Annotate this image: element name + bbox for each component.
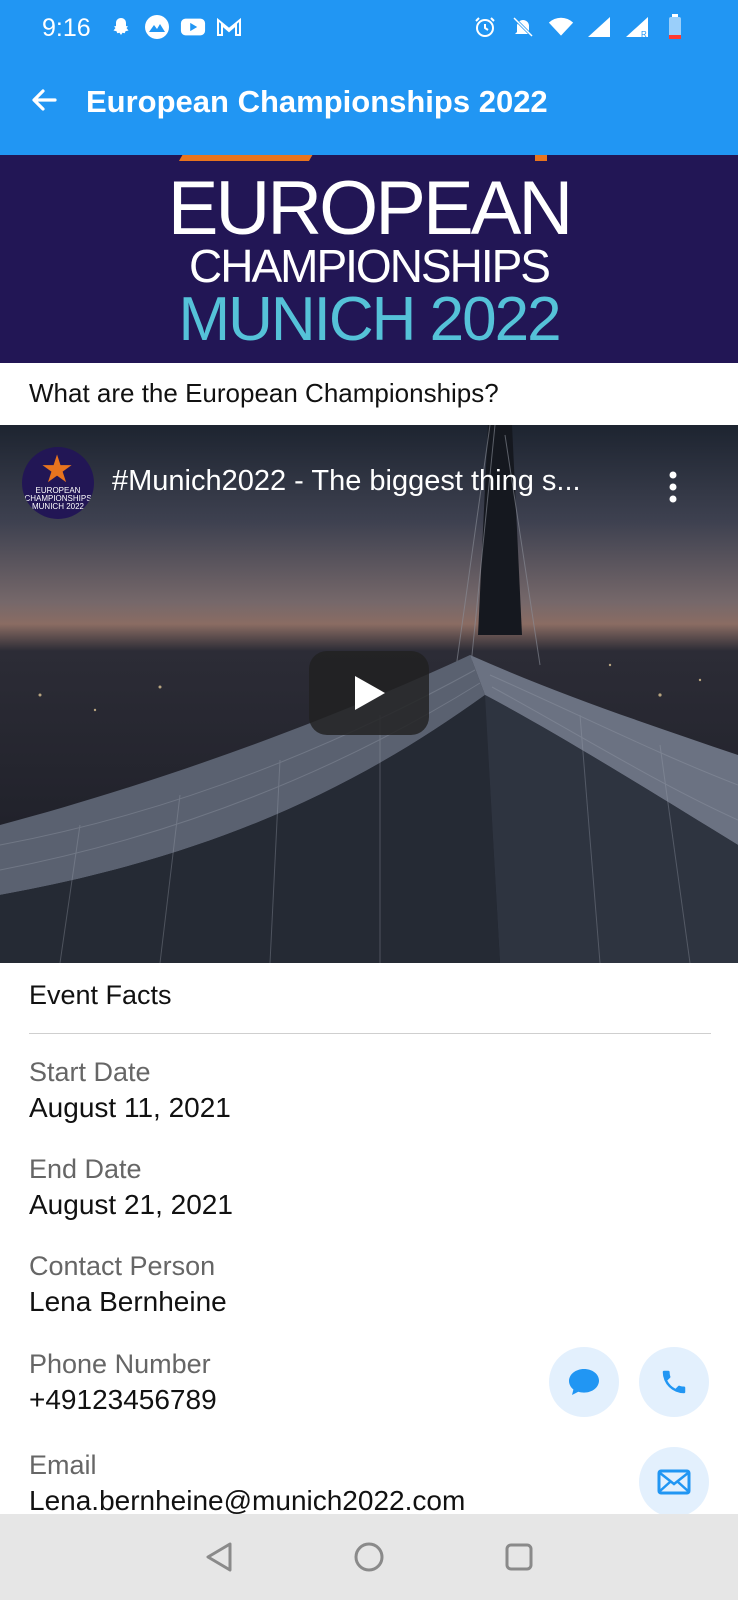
email-value: Lena.bernheine@munich2022.com — [29, 1485, 466, 1516]
svg-text:R: R — [641, 30, 647, 39]
system-nav-bar — [0, 1514, 738, 1600]
contact-person-value: Lena Bernheine — [29, 1286, 227, 1317]
event-facts-title: Event Facts — [29, 980, 172, 1010]
event-banner-image: EUROPEAN CHAMPIONSHIPS MUNICH 2022 — [0, 155, 738, 363]
signal-icon — [586, 14, 612, 40]
email-button[interactable] — [639, 1447, 709, 1517]
email-label: Email — [29, 1450, 97, 1480]
nav-back-icon[interactable] — [196, 1534, 242, 1580]
phone-icon — [662, 1370, 686, 1394]
mail-icon — [657, 1469, 691, 1495]
nav-recents-icon[interactable] — [496, 1534, 542, 1580]
more-vert-icon[interactable] — [658, 467, 688, 507]
mountain-app-icon — [144, 14, 170, 40]
battery-low-icon — [662, 14, 688, 40]
app-bar: European Championships 2022 — [0, 56, 738, 155]
star-logo-icon: ★ — [40, 449, 75, 491]
section-heading: What are the European Championships? — [29, 378, 499, 408]
channel-avatar-text: EUROPEAN CHAMPIONSHIPS MUNICH 2022 — [24, 486, 92, 511]
mute-icon — [510, 14, 536, 40]
nav-home-icon[interactable] — [346, 1534, 392, 1580]
arrow-back-icon[interactable] — [22, 78, 66, 122]
banner-line-1: EUROPEAN — [167, 166, 574, 251]
banner-decoration — [535, 155, 547, 161]
signal-roaming-icon: R — [624, 14, 650, 40]
start-date-label: Start Date — [29, 1057, 151, 1087]
play-button[interactable] — [309, 651, 429, 735]
alarm-icon — [472, 14, 498, 40]
call-button[interactable] — [639, 1347, 709, 1417]
page-title: European Championships 2022 — [86, 84, 548, 119]
chat-bubble-icon — [569, 1369, 599, 1395]
play-icon — [355, 676, 385, 710]
video-title[interactable]: #Munich2022 - The biggest thing s... — [112, 465, 581, 498]
message-button[interactable] — [549, 1347, 619, 1417]
notification-icons — [108, 14, 242, 40]
system-icons: R — [472, 14, 688, 40]
snapchat-icon — [108, 14, 134, 40]
gmail-icon — [216, 14, 242, 40]
divider — [29, 1033, 711, 1034]
status-time: 9:16 — [42, 14, 91, 42]
end-date-value: August 21, 2021 — [29, 1189, 233, 1220]
banner-decoration — [178, 155, 318, 161]
banner-line-3: MUNICH 2022 — [178, 285, 561, 354]
video-player[interactable]: ★ EUROPEAN CHAMPIONSHIPS MUNICH 2022 #Mu… — [0, 425, 738, 963]
status-bar: 9:16 R — [0, 0, 738, 56]
channel-avatar[interactable]: ★ EUROPEAN CHAMPIONSHIPS MUNICH 2022 — [22, 447, 94, 519]
youtube-icon — [180, 14, 206, 40]
contact-person-label: Contact Person — [29, 1251, 216, 1281]
phone-number-label: Phone Number — [29, 1349, 211, 1379]
wifi-icon — [548, 14, 574, 40]
start-date-value: August 11, 2021 — [29, 1092, 231, 1123]
end-date-label: End Date — [29, 1154, 142, 1184]
phone-number-value: +49123456789 — [29, 1384, 217, 1415]
